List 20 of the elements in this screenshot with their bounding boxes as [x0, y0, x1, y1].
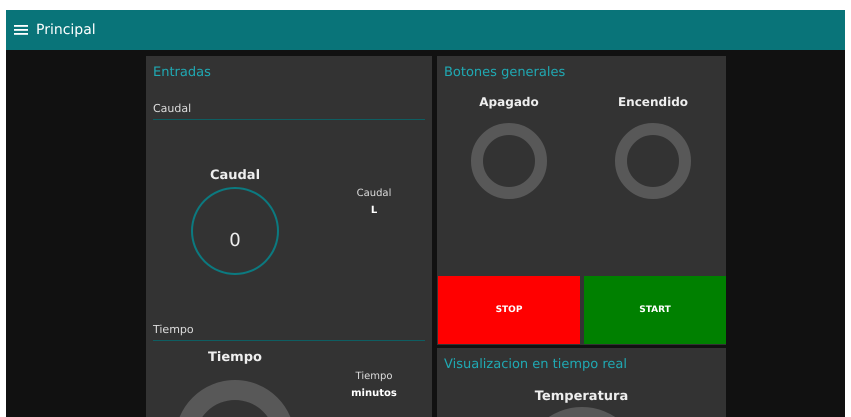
- menu-icon[interactable]: [14, 24, 28, 36]
- card-title: Botones generales: [443, 64, 566, 81]
- gauge-label: Caudal: [356, 187, 392, 201]
- group-label: Caudal: [153, 102, 425, 120]
- indicator-label: Apagado: [479, 94, 539, 110]
- card-title: Entradas: [152, 64, 212, 81]
- action-button[interactable]: STOP: [438, 276, 580, 344]
- gauge-title: Temperatura: [534, 389, 628, 405]
- action-button[interactable]: START: [584, 276, 726, 344]
- gauge-unit: L: [370, 204, 378, 218]
- gauge-donut: [548, 407, 614, 417]
- indicator-label: Encendido: [618, 94, 688, 110]
- gauge-title: Caudal: [210, 168, 260, 184]
- gauge-unit: minutos: [351, 387, 397, 401]
- page-title: Principal: [36, 22, 96, 38]
- card-title: Visualizacion en tiempo real: [443, 356, 628, 373]
- gauge-value: 0: [229, 230, 241, 251]
- gauge-label: Tiempo: [356, 370, 392, 384]
- group-label: Tiempo: [153, 323, 425, 341]
- gauge-title: Tiempo: [208, 350, 262, 366]
